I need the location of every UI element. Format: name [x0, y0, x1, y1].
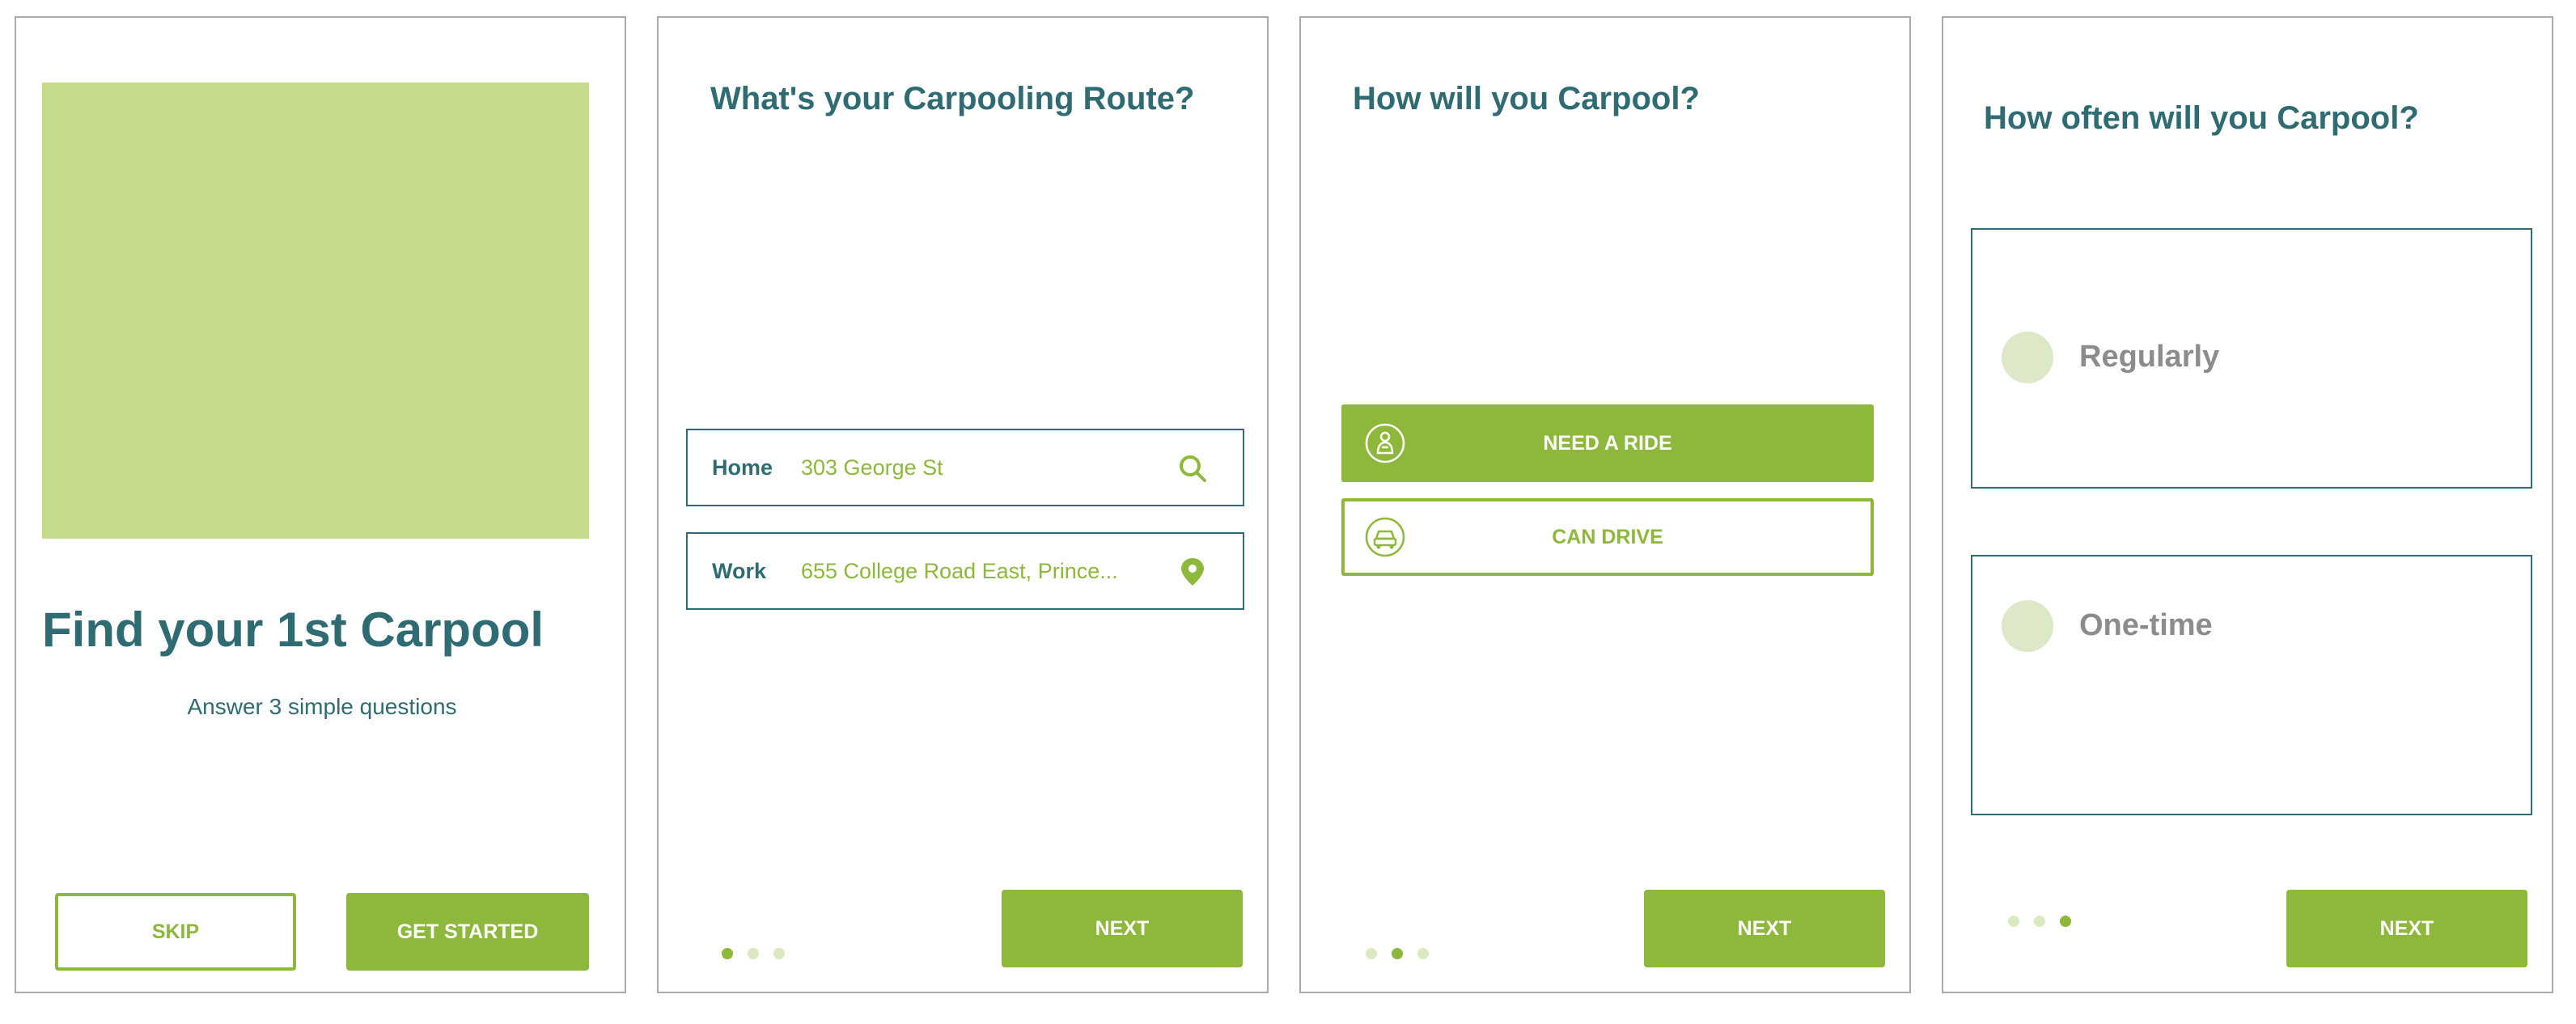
option-one-time-label: One-time: [2079, 608, 2213, 642]
map-pin-icon[interactable]: [1176, 556, 1209, 588]
step-dot: [1366, 948, 1377, 959]
route-screen: What's your Carpooling Route? Home 303 G…: [657, 16, 1269, 993]
work-address-field[interactable]: Work 655 College Road East, Prince...: [686, 532, 1244, 610]
option-regularly-card[interactable]: Regularly: [1971, 228, 2532, 489]
search-icon[interactable]: [1176, 452, 1209, 484]
need-a-ride-label: NEED A RIDE: [1543, 431, 1672, 455]
step-dot: [2060, 916, 2071, 927]
option-regularly-label: Regularly: [2079, 340, 2220, 374]
carpool-mode-title: How will you Carpool?: [1353, 81, 1700, 116]
route-title: What's your Carpooling Route?: [710, 81, 1195, 116]
home-address-field[interactable]: Home 303 George St: [686, 429, 1244, 506]
option-one-time-card[interactable]: One-time: [1971, 555, 2532, 815]
radio-button[interactable]: [2002, 600, 2053, 652]
next-button[interactable]: NEXT: [2286, 890, 2527, 967]
work-address-value[interactable]: 655 College Road East, Prince...: [801, 559, 1118, 584]
step-indicator: [2008, 916, 2071, 927]
can-drive-label: CAN DRIVE: [1552, 525, 1663, 548]
welcome-title: Find your 1st Carpool: [42, 603, 544, 657]
car-icon: [1365, 517, 1405, 557]
get-started-button[interactable]: GET STARTED: [346, 893, 589, 971]
can-drive-button[interactable]: CAN DRIVE: [1341, 498, 1874, 576]
passenger-icon: [1365, 423, 1405, 463]
frequency-screen: How often will you Carpool? Regularly On…: [1942, 16, 2553, 993]
step-indicator: [722, 948, 785, 959]
hero-image-placeholder: [42, 83, 589, 539]
step-dot: [722, 948, 733, 959]
step-dot: [748, 948, 759, 959]
carpool-mode-screen: How will you Carpool? NEED A RIDE CAN DR…: [1299, 16, 1911, 993]
step-indicator: [1366, 948, 1429, 959]
step-dot: [1417, 948, 1429, 959]
home-label: Home: [712, 455, 773, 480]
next-button[interactable]: NEXT: [1002, 890, 1243, 967]
frequency-title: How often will you Carpool?: [1984, 100, 2419, 136]
welcome-subtitle: Answer 3 simple questions: [187, 694, 457, 719]
next-button[interactable]: NEXT: [1644, 890, 1885, 967]
skip-button[interactable]: SKIP: [55, 893, 296, 971]
work-label: Work: [712, 558, 767, 583]
home-address-value[interactable]: 303 George St: [801, 455, 943, 480]
radio-button[interactable]: [2002, 332, 2053, 383]
step-dot: [2034, 916, 2045, 927]
step-dot: [2008, 916, 2019, 927]
step-dot: [773, 948, 785, 959]
welcome-screen: Find your 1st Carpool Answer 3 simple qu…: [15, 16, 626, 993]
step-dot: [1392, 948, 1403, 959]
need-a-ride-button[interactable]: NEED A RIDE: [1341, 404, 1874, 482]
